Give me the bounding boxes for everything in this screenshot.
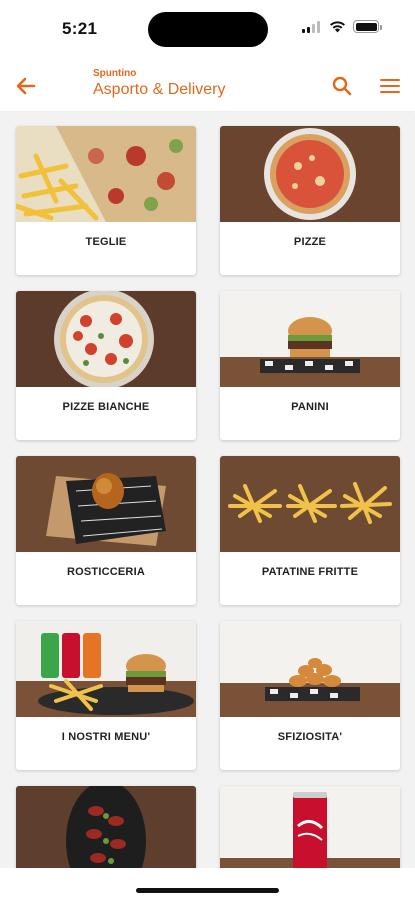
home-indicator[interactable]	[136, 888, 279, 893]
category-card-pizze-bianche[interactable]: PIZZE BIANCHE	[16, 291, 196, 440]
menu-button[interactable]	[376, 72, 404, 100]
category-card-9[interactable]	[16, 786, 196, 868]
header-titles: Spuntino Asporto & Delivery	[93, 68, 226, 99]
category-card-sfiziosita[interactable]: SFIZIOSITA'	[220, 621, 400, 770]
search-icon	[332, 76, 352, 96]
coca-cola-can-image	[220, 786, 400, 868]
burger-on-board-image	[220, 291, 400, 387]
arancino-on-paper-image	[16, 456, 196, 552]
meat-platter-image	[16, 786, 196, 868]
category-card-panini[interactable]: PANINI	[220, 291, 400, 440]
category-card-10[interactable]	[220, 786, 400, 868]
category-label: TEGLIE	[85, 236, 127, 248]
search-button[interactable]	[328, 72, 356, 100]
category-label: I NOSTRI MENU'	[61, 731, 151, 743]
pizza-tray-with-fries-image	[16, 126, 196, 222]
bottom-safe-area	[0, 868, 415, 900]
category-label: PIZZE	[293, 236, 327, 248]
category-card-rosticceria[interactable]: ROSTICCERIA	[16, 456, 196, 605]
burger-fries-drinks-image	[16, 621, 196, 717]
category-label: PANINI	[291, 401, 329, 413]
dynamic-island	[148, 12, 268, 47]
status-icons	[302, 20, 382, 33]
category-card-patatine-fritte[interactable]: PATATINE FRITTE	[220, 456, 400, 605]
category-label: PIZZE BIANCHE	[62, 401, 150, 413]
category-card-teglie[interactable]: TEGLIE	[16, 126, 196, 275]
status-bar: 5:21	[0, 0, 415, 60]
battery-icon	[353, 20, 382, 33]
category-label: ROSTICCERIA	[67, 566, 145, 578]
category-list: TEGLIE PIZZE PIZZE BIANCHE PANINI ROSTIC…	[0, 113, 415, 868]
back-button[interactable]	[12, 72, 40, 100]
category-card-pizze[interactable]: PIZZE	[220, 126, 400, 275]
status-time: 5:21	[62, 19, 98, 38]
white-pizza-with-tomatoes-image	[16, 291, 196, 387]
app-header: Spuntino Asporto & Delivery	[0, 60, 415, 112]
margherita-pizza-image	[220, 126, 400, 222]
category-card-i-nostri-menu[interactable]: I NOSTRI MENU'	[16, 621, 196, 770]
category-grid: TEGLIE PIZZE PIZZE BIANCHE PANINI ROSTIC…	[16, 126, 400, 868]
hamburger-menu-icon	[380, 79, 400, 93]
wifi-icon	[330, 21, 345, 33]
chicken-nuggets-image	[220, 621, 400, 717]
signal-icon	[302, 20, 322, 33]
category-label: SFIZIOSITA'	[277, 731, 343, 743]
page-title: Asporto & Delivery	[93, 81, 226, 98]
arrow-left-icon	[16, 77, 36, 95]
french-fries-bowls-image	[220, 456, 400, 552]
header-subtitle: Spuntino	[93, 68, 137, 79]
category-label: PATATINE FRITTE	[261, 566, 359, 578]
